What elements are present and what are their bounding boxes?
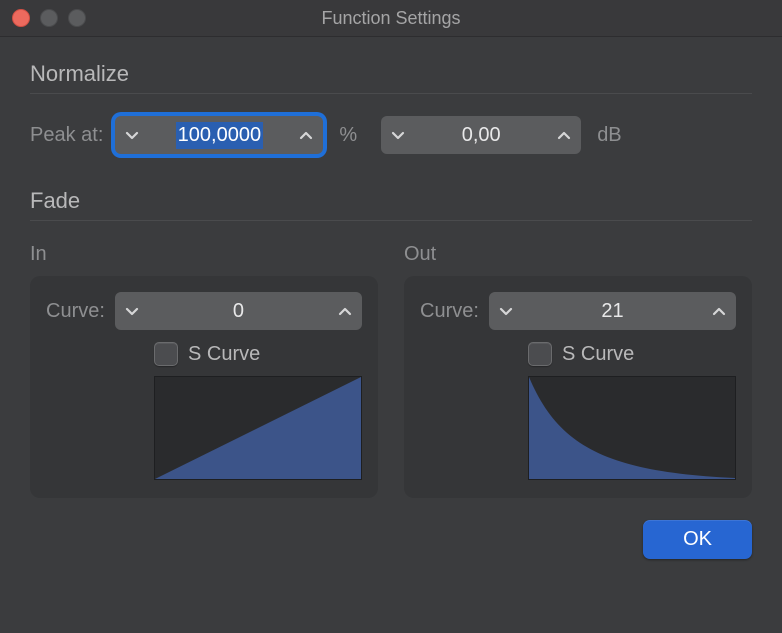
peak-at-label: Peak at: [30, 124, 103, 147]
fade-columns: In Curve: 0 S Cur [30, 243, 752, 498]
curve-label: Curve: [46, 300, 105, 323]
peak-db-value[interactable]: 0,00 [415, 116, 547, 154]
fade-out-scurve-checkbox[interactable] [528, 342, 552, 366]
content: Normalize Peak at: 100,0000 % 0,00 dB [0, 37, 782, 579]
fade-out-curve-value[interactable]: 21 [523, 292, 702, 330]
fade-in-curve-stepper[interactable]: 0 [115, 292, 362, 330]
chevron-up-icon[interactable] [702, 292, 736, 330]
fade-in-label: In [30, 243, 378, 266]
chevron-down-icon[interactable] [489, 292, 523, 330]
fade-out-scurve-row: S Curve [528, 342, 736, 366]
chevron-up-icon[interactable] [328, 292, 362, 330]
fade-out-scurve-label: S Curve [562, 343, 634, 366]
fade-in-column: In Curve: 0 S Cur [30, 243, 378, 498]
curve-label: Curve: [420, 300, 479, 323]
fade-out-panel: Curve: 21 S Curve [404, 276, 752, 498]
normalize-row: Peak at: 100,0000 % 0,00 dB [30, 116, 752, 154]
fade-in-scurve-row: S Curve [154, 342, 362, 366]
chevron-down-icon[interactable] [381, 116, 415, 154]
chevron-down-icon[interactable] [115, 292, 149, 330]
fade-header: Fade [30, 188, 752, 214]
fade-out-label: Out [404, 243, 752, 266]
fade-out-curve-stepper[interactable]: 21 [489, 292, 736, 330]
fade-out-column: Out Curve: 21 S C [404, 243, 752, 498]
divider [30, 220, 752, 221]
titlebar: Function Settings [0, 0, 782, 37]
fade-in-curve-value[interactable]: 0 [149, 292, 328, 330]
peak-db-stepper[interactable]: 0,00 [381, 116, 581, 154]
peak-percent-stepper[interactable]: 100,0000 [115, 116, 323, 154]
chevron-up-icon[interactable] [289, 116, 323, 154]
fade-in-curve-row: Curve: 0 [46, 292, 362, 330]
chevron-up-icon[interactable] [547, 116, 581, 154]
normalize-header: Normalize [30, 61, 752, 87]
fade-out-curve-row: Curve: 21 [420, 292, 736, 330]
peak-percent-value[interactable]: 100,0000 [149, 120, 289, 150]
fade-out-curve-graph [528, 376, 736, 480]
fade-in-curve-graph [154, 376, 362, 480]
fade-in-panel: Curve: 0 S Curve [30, 276, 378, 498]
footer: OK [30, 520, 752, 559]
db-unit: dB [597, 124, 621, 147]
divider [30, 93, 752, 94]
fade-in-scurve-label: S Curve [188, 343, 260, 366]
fade-in-scurve-checkbox[interactable] [154, 342, 178, 366]
ok-button[interactable]: OK [643, 520, 752, 559]
window-title: Function Settings [0, 8, 782, 29]
percent-unit: % [339, 124, 357, 147]
chevron-down-icon[interactable] [115, 116, 149, 154]
